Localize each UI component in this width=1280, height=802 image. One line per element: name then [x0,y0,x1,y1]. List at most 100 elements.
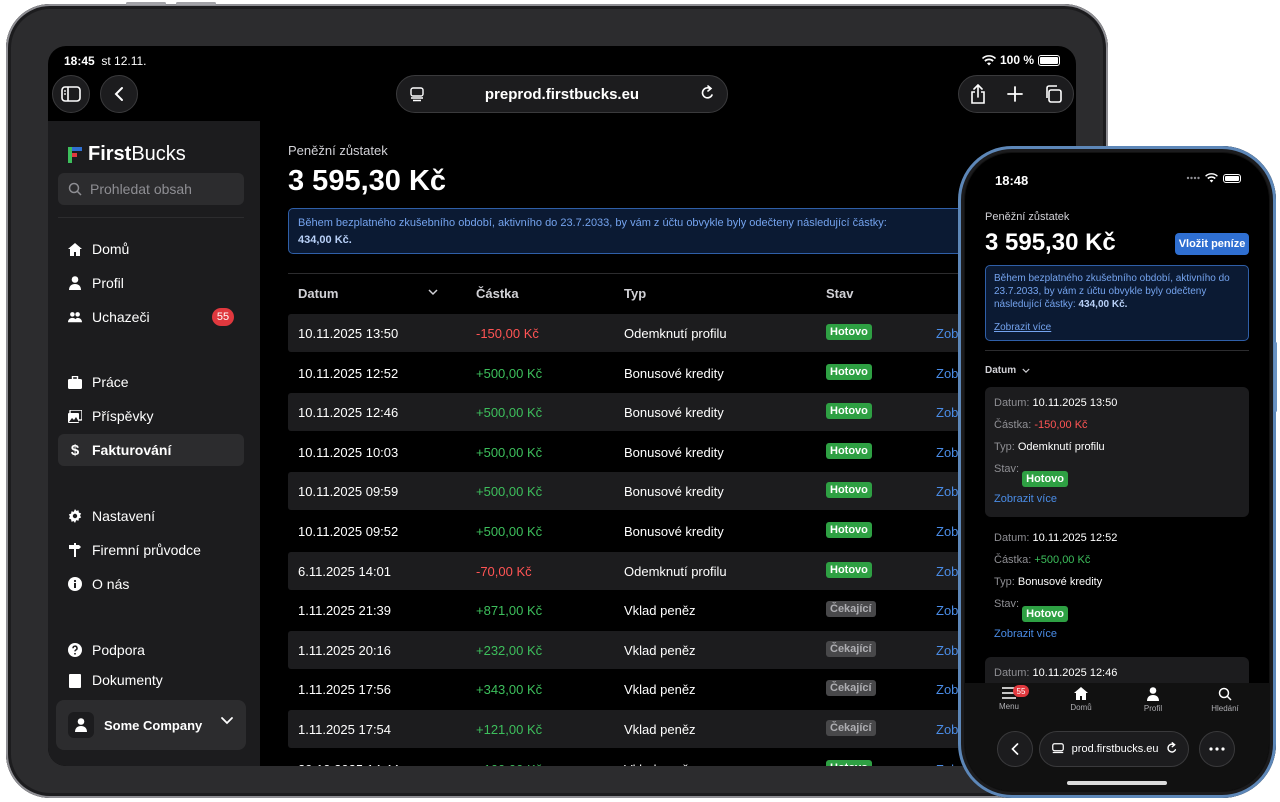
gear-icon [68,509,82,523]
more-icon [1209,747,1225,751]
sort-dropdown[interactable]: Datum [985,365,1030,376]
battery-percent: 100 % [999,53,1034,67]
sidebar-item-billing[interactable]: $ Fakturování [58,434,244,466]
balance-label: Peněžní zůstatek [985,211,1070,223]
avatar [68,712,94,738]
sidebar-item-jobs[interactable]: Práce [58,366,244,398]
status-badge: Hotovo [826,522,872,538]
row-date: 1.11.2025 17:54 [298,722,392,737]
balance-value: 3 595,30 Kč [985,229,1116,256]
row-date: 10.11.2025 10:03 [298,444,399,460]
users-icon [68,310,82,324]
more-button[interactable] [1199,731,1235,767]
sidebar-item-documents[interactable]: Dokumenty [58,668,244,688]
status-badge: Hotovo [826,759,872,766]
phone-side-button [1274,342,1277,412]
signpost-icon [68,543,82,557]
share-icon[interactable] [970,84,986,104]
sidebar-item-home[interactable]: Domů [58,233,244,265]
row-amount: +500,00 Kč [476,524,543,539]
sidebar-item-settings[interactable]: Nastavení [58,500,244,532]
images-icon [68,409,82,423]
row-type: Odemknutí profilu [624,563,727,579]
show-more-link[interactable]: Zobrazit více [994,628,1057,640]
brand-logo[interactable]: FirstBucks [68,143,186,166]
chevron-down-icon[interactable] [428,289,438,296]
row-amount: +121,00 Kč [476,722,543,737]
transaction-card: Datum: 10.11.2025 13:50 Částka: -150,00 … [985,387,1249,517]
battery-icon [1038,54,1060,66]
reload-icon[interactable] [1165,742,1178,756]
chevron-down-icon [1022,368,1030,373]
tab-search[interactable]: Hledání [1195,687,1255,713]
status-right [1186,173,1241,183]
row-type: Vklad peněz [624,603,696,619]
wifi-icon [981,54,996,65]
sidebar-item-support[interactable]: Podpora [58,634,244,666]
sidebar-item-about[interactable]: O nás [58,568,244,600]
document-icon [68,674,82,688]
chevron-left-icon [1011,743,1019,755]
company-name: Some Company [104,717,203,733]
row-amount: +500,00 Kč [476,484,543,500]
show-more-link[interactable]: Zobrazit více [994,321,1051,334]
battery-icon [1223,173,1241,183]
url-text: preprod.firstbucks.eu [484,85,640,103]
balance-label: Peněžní zůstatek [288,143,388,158]
search-input[interactable]: Prohledat obsah [58,173,244,205]
balance-value: 3 595,30 Kč [288,165,447,197]
sidebar-toggle-button[interactable] [52,75,90,113]
menu-badge: 55 [1013,685,1029,697]
column-date[interactable]: Datum [298,286,338,301]
sidebar-item-posts[interactable]: Příspěvky [58,400,244,432]
deposit-button[interactable]: Vložit peníze [1175,233,1249,255]
plus-icon[interactable] [1007,86,1023,102]
status-badge: Hotovo [826,363,872,380]
status-badge: Hotovo [826,442,872,459]
sidebar: FirstBucks Prohledat obsah Domů Profil U… [48,121,260,766]
tab-home[interactable]: Domů [1051,687,1111,712]
company-switcher[interactable]: Some Company [56,700,246,750]
status-badge: Hotovo [826,403,872,420]
sidebar-item-profile[interactable]: Profil [58,267,244,299]
column-amount: Částka [476,286,519,301]
sidebar-icon [61,86,81,102]
status-badge: Čekající [826,601,876,618]
signal-icon [1186,176,1200,180]
user-icon [1147,687,1159,701]
row-type: Odemknutí profilu [624,326,727,341]
tab-profile[interactable]: Profil [1123,687,1183,713]
status-badge: Hotovo [826,324,872,340]
trial-info-box: Během bezplatného zkušebního období, akt… [288,208,988,254]
trial-amount: 434,00 Kč. [1078,299,1128,310]
reload-icon[interactable] [699,85,715,103]
row-type: Bonusové kredity [624,444,724,460]
ipad-volume-button [126,2,166,5]
row-amount: -70,00 Kč [476,563,532,579]
row-amount: +500,00 Kč [476,405,543,421]
row-type: Vklad peněz [624,642,696,658]
row-detail-link[interactable]: Zobr [936,762,963,766]
address-bar[interactable]: preprod.firstbucks.eu [1039,731,1189,767]
search-icon [1218,687,1232,701]
status-time: 18:48 [995,173,1029,188]
show-more-link[interactable]: Zobrazit více [994,493,1057,505]
row-date: 10.11.2025 13:50 [298,326,399,341]
row-type: Vklad peněz [624,762,696,766]
row-date: 1.11.2025 17:56 [298,682,392,698]
chevron-left-icon [114,87,123,101]
firstbucks-logo-icon [68,146,82,163]
back-button[interactable] [100,75,138,113]
tab-menu[interactable]: 55 Menu [979,685,1039,711]
row-type: Vklad peněz [624,722,696,737]
back-button[interactable] [997,731,1033,767]
trial-info-box: Během bezplatného zkušebního období, akt… [985,265,1249,341]
row-date: 10.11.2025 09:52 [298,524,399,539]
sidebar-item-company-guide[interactable]: Firemní průvodce [58,534,244,566]
address-bar[interactable]: preprod.firstbucks.eu [396,75,728,113]
row-type: Bonusové kredity [624,524,724,539]
row-amount: -150,00 Kč [476,326,539,341]
tabs-icon[interactable] [1044,85,1063,103]
search-placeholder: Prohledat obsah [90,181,192,197]
sidebar-item-candidates[interactable]: Uchazeči 55 [58,301,244,333]
